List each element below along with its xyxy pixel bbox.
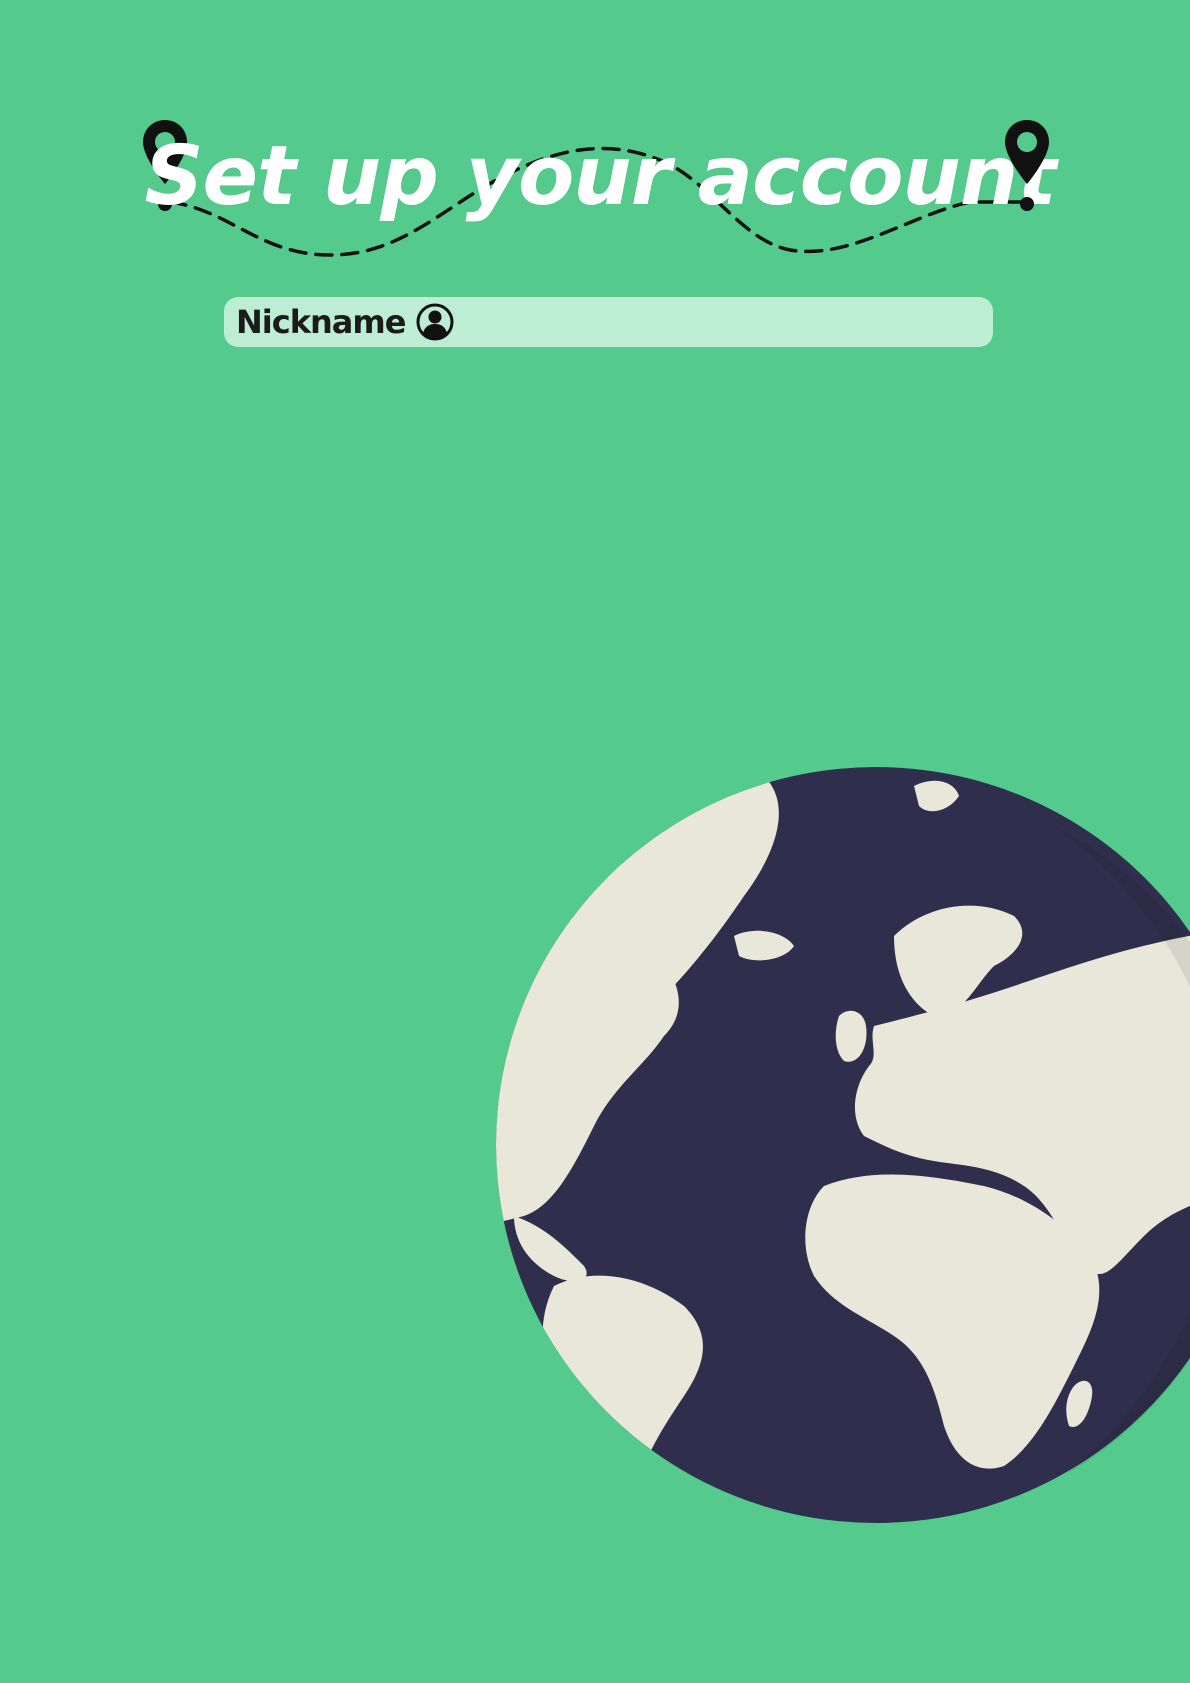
globe-icon <box>496 767 1190 1523</box>
nickname-field[interactable]: Nickname <box>224 297 993 347</box>
nickname-label: Nickname <box>236 303 406 341</box>
location-pin-icon <box>1005 120 1049 211</box>
account-setup-page: Set up your account Nickname <box>0 0 1190 1683</box>
header: Set up your account <box>140 110 1060 270</box>
nickname-input[interactable] <box>455 297 993 347</box>
page-title: Set up your account <box>144 129 1056 224</box>
user-circle-icon <box>416 303 454 341</box>
